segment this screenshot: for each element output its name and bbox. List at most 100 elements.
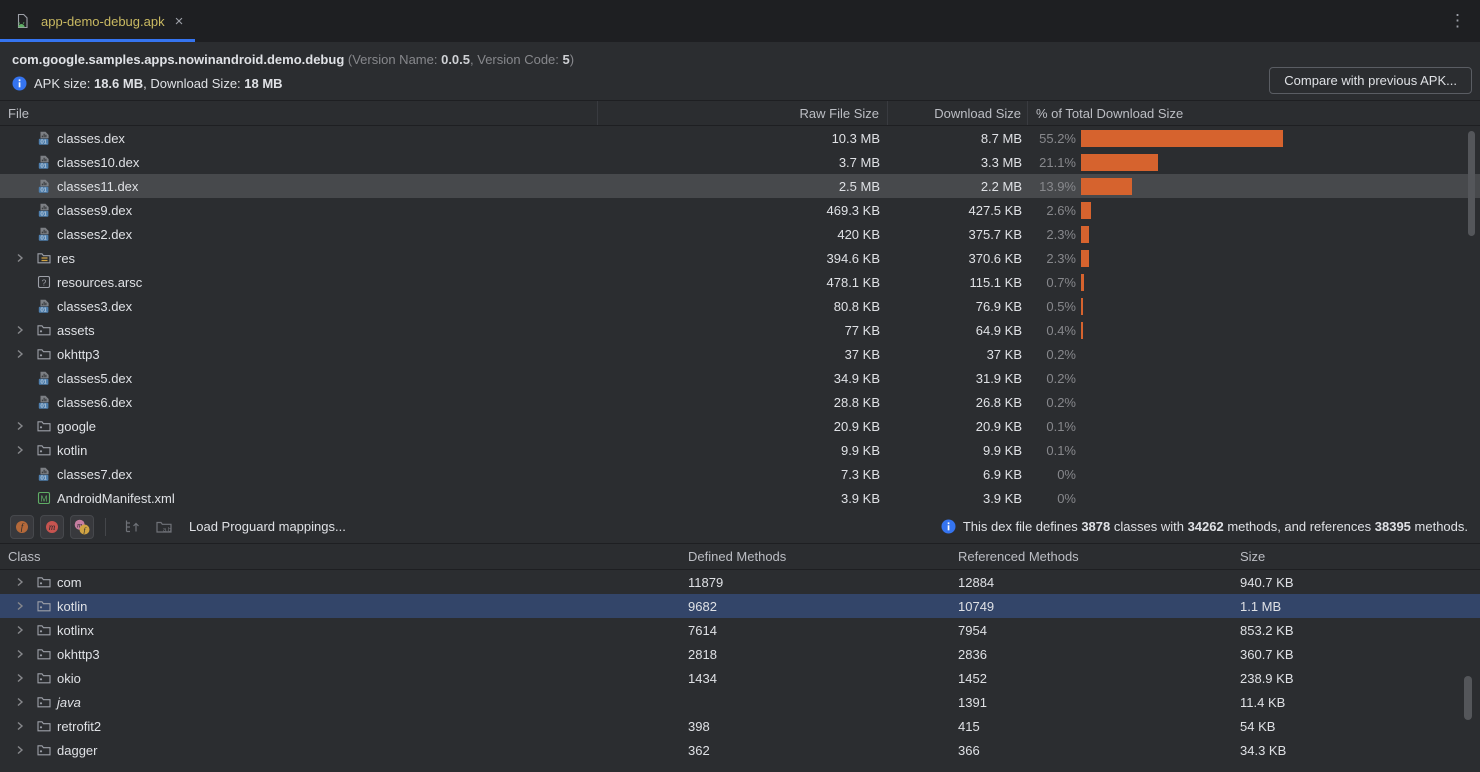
pct-bar <box>1081 202 1091 219</box>
chevron-right-icon[interactable] <box>14 444 36 456</box>
chevron-right-icon[interactable] <box>14 324 36 336</box>
file-name-cell: 01classes9.dex <box>0 202 598 218</box>
file-row[interactable]: 01classes5.dex34.9 KB31.9 KB0.2% <box>0 366 1480 390</box>
chevron-right-icon[interactable] <box>14 696 36 708</box>
manifest-file-icon: M <box>36 490 52 506</box>
apk-file-icon <box>14 13 30 29</box>
column-header-file[interactable]: File <box>0 101 598 125</box>
chevron-right-icon[interactable] <box>14 744 36 756</box>
class-row[interactable]: com1187912884940.7 KB <box>0 570 1480 594</box>
chevron-right-icon[interactable] <box>14 672 36 684</box>
file-name-label: classes3.dex <box>57 299 132 314</box>
column-header-defined-methods[interactable]: Defined Methods <box>688 549 958 564</box>
file-row[interactable]: ?resources.arsc478.1 KB115.1 KB0.7% <box>0 270 1480 294</box>
raw-file-size-value: 20.9 KB <box>598 419 888 434</box>
pct-value: 0.1% <box>1028 419 1076 434</box>
more-options-kebab-icon[interactable]: ⋮ <box>1449 0 1466 42</box>
package-icon <box>36 646 52 662</box>
class-name-cell: retrofit2 <box>0 718 688 734</box>
defined-methods-value: 9682 <box>688 599 958 614</box>
show-all-referenced-toggle-button[interactable]: m f <box>70 515 94 539</box>
pct-cell: 0.2% <box>1028 395 1480 410</box>
column-header-class[interactable]: Class <box>0 549 688 564</box>
class-row[interactable]: okhttp328182836360.7 KB <box>0 642 1480 666</box>
file-row[interactable]: 01classes11.dex2.5 MB2.2 MB13.9% <box>0 174 1480 198</box>
deobfuscate-names-icon[interactable]: a.b <box>153 516 175 538</box>
arsc-file-icon: ? <box>36 274 52 290</box>
expand-tree-icon[interactable] <box>121 516 143 538</box>
column-header-pct-download-size[interactable]: % of Total Download Size <box>1028 101 1480 125</box>
pct-value: 0.2% <box>1028 371 1076 386</box>
pct-cell: 0.1% <box>1028 419 1480 434</box>
file-row[interactable]: assets77 KB64.9 KB0.4% <box>0 318 1480 342</box>
pct-cell: 2.6% <box>1028 202 1480 219</box>
file-row[interactable]: 01classes3.dex80.8 KB76.9 KB0.5% <box>0 294 1480 318</box>
file-name-cell: okhttp3 <box>0 346 598 362</box>
column-header-referenced-methods[interactable]: Referenced Methods <box>958 549 1240 564</box>
defined-methods-value: 1434 <box>688 671 958 686</box>
class-table-scrollbar[interactable] <box>1464 676 1472 720</box>
file-row[interactable]: kotlin9.9 KB9.9 KB0.1% <box>0 438 1480 462</box>
file-row[interactable]: 01classes7.dex7.3 KB6.9 KB0% <box>0 462 1480 486</box>
file-name-label: classes10.dex <box>57 155 139 170</box>
file-row[interactable]: res394.6 KB370.6 KB2.3% <box>0 246 1480 270</box>
chevron-right-icon[interactable] <box>14 420 36 432</box>
class-row[interactable]: okio14341452238.9 KB <box>0 666 1480 690</box>
dex-file-icon: 01 <box>36 130 52 146</box>
file-row[interactable]: 01classes9.dex469.3 KB427.5 KB2.6% <box>0 198 1480 222</box>
file-row[interactable]: 01classes10.dex3.7 MB3.3 MB21.1% <box>0 150 1480 174</box>
pct-value: 13.9% <box>1028 179 1076 194</box>
pct-value: 55.2% <box>1028 131 1076 146</box>
chevron-right-icon[interactable] <box>14 576 36 588</box>
class-row[interactable]: retrofit239841554 KB <box>0 714 1480 738</box>
class-name-label: dagger <box>57 743 97 758</box>
pct-bar <box>1081 178 1132 195</box>
text-segment: , Download Size: <box>143 76 244 91</box>
raw-file-size-value: 80.8 KB <box>598 299 888 314</box>
pct-value: 0.2% <box>1028 347 1076 362</box>
class-row[interactable]: kotlinx76147954853.2 KB <box>0 618 1480 642</box>
class-row[interactable]: kotlin9682107491.1 MB <box>0 594 1480 618</box>
package-icon <box>36 670 52 686</box>
file-table-scrollbar[interactable] <box>1468 131 1475 236</box>
pct-cell: 0% <box>1028 491 1480 506</box>
pct-value: 0% <box>1028 491 1076 506</box>
file-row[interactable]: 01classes2.dex420 KB375.7 KB2.3% <box>0 222 1480 246</box>
show-fields-toggle-button[interactable]: f <box>10 515 34 539</box>
chevron-right-icon[interactable] <box>14 252 36 264</box>
file-row[interactable]: 01classes.dex10.3 MB8.7 MB55.2% <box>0 126 1480 150</box>
class-row[interactable]: dagger36236634.3 KB <box>0 738 1480 762</box>
folder-icon <box>36 346 52 362</box>
column-header-download-size[interactable]: Download Size <box>888 101 1028 125</box>
folder-icon <box>36 322 52 338</box>
chevron-right-icon[interactable] <box>14 600 36 612</box>
compare-previous-apk-button[interactable]: Compare with previous APK... <box>1269 67 1472 94</box>
pct-value: 0.2% <box>1028 395 1076 410</box>
pct-cell: 0% <box>1028 467 1480 482</box>
tab-close-icon[interactable]: × <box>175 14 184 29</box>
file-row[interactable]: google20.9 KB20.9 KB0.1% <box>0 414 1480 438</box>
pct-bar <box>1081 274 1084 291</box>
package-icon <box>36 574 52 590</box>
load-proguard-mappings-label: Load Proguard mappings... <box>189 519 346 534</box>
file-row[interactable]: MAndroidManifest.xml3.9 KB3.9 KB0% <box>0 486 1480 510</box>
file-row[interactable]: 01classes6.dex28.8 KB26.8 KB0.2% <box>0 390 1480 414</box>
file-row[interactable]: okhttp337 KB37 KB0.2% <box>0 342 1480 366</box>
chevron-right-icon[interactable] <box>14 720 36 732</box>
tab-apk-file[interactable]: app-demo-debug.apk × <box>0 0 195 42</box>
file-name-cell: 01classes5.dex <box>0 370 598 386</box>
chevron-right-icon[interactable] <box>14 624 36 636</box>
chevron-right-icon[interactable] <box>14 648 36 660</box>
chevron-right-icon[interactable] <box>14 348 36 360</box>
column-header-size[interactable]: Size <box>1240 549 1480 564</box>
show-methods-toggle-button[interactable]: m <box>40 515 64 539</box>
text-segment: (Version Name: <box>344 52 441 67</box>
raw-file-size-value: 37 KB <box>598 347 888 362</box>
class-row[interactable]: java139111.4 KB <box>0 690 1480 714</box>
raw-file-size-value: 7.3 KB <box>598 467 888 482</box>
svg-text:m: m <box>49 522 56 532</box>
text-segment: methods, and references <box>1224 519 1375 534</box>
defined-methods-value: 362 <box>688 743 958 758</box>
column-header-raw-file-size[interactable]: Raw File Size <box>598 101 888 125</box>
class-name-label: retrofit2 <box>57 719 101 734</box>
